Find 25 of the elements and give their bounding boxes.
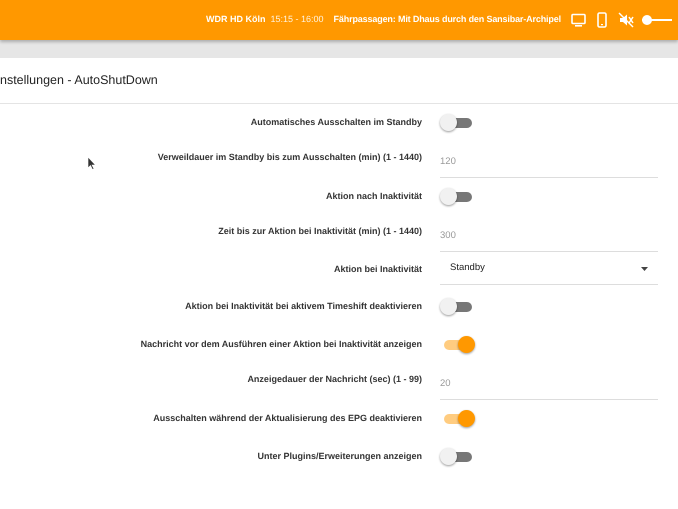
number-field[interactable]: 120 <box>440 150 658 178</box>
setting-label: Unter Plugins/Erweiterungen anzeigen <box>257 451 422 462</box>
dropdown-select[interactable]: Standby <box>440 255 658 285</box>
mute-icon[interactable] <box>618 12 634 28</box>
setting-label: Aktion bei Inaktivität bei aktivem Timeshift deaktivieren <box>185 301 422 312</box>
number-field[interactable]: 300 <box>440 224 658 252</box>
setting-label: Verweildauer im Standby bis zum Ausschalten (min) (1 - 1440) <box>158 152 422 162</box>
setting-label: Aktion nach Inaktivität <box>326 191 422 202</box>
broadcast-time: 15:15 - 16:00 <box>270 13 324 26</box>
setting-label: Anzeigedauer der Nachricht (sec) (1 - 99) <box>247 374 422 384</box>
setting-label: Ausschalten während der Aktualisierung des EPG deaktivieren <box>153 413 422 424</box>
panel-title: nstellungen - AutoShutDown <box>0 72 158 90</box>
setting-label: Nachricht vor dem Ausführen einer Aktion bei Inaktivität anzeigen <box>140 339 422 350</box>
smartphone-icon[interactable] <box>596 12 608 28</box>
channel-name: WDR HD Köln <box>206 13 266 26</box>
slider-thumb[interactable] <box>642 15 652 25</box>
caret-icon <box>641 266 648 270</box>
mouse-cursor-icon <box>87 157 96 170</box>
tv-icon[interactable] <box>570 12 586 28</box>
program-title: Fährpassagen: Mit Dhaus durch den Sansibar-Archipel <box>334 13 561 26</box>
setting-label: Zeit bis zur Aktion bei Inaktivität (min) (1 - 1440) <box>218 226 422 236</box>
setting-label: Aktion bei Inaktivität <box>334 264 422 274</box>
setting-label: Automatisches Ausschalten im Standby <box>250 117 422 128</box>
number-field[interactable]: 20 <box>440 372 658 400</box>
volume-slider[interactable] <box>642 15 672 25</box>
